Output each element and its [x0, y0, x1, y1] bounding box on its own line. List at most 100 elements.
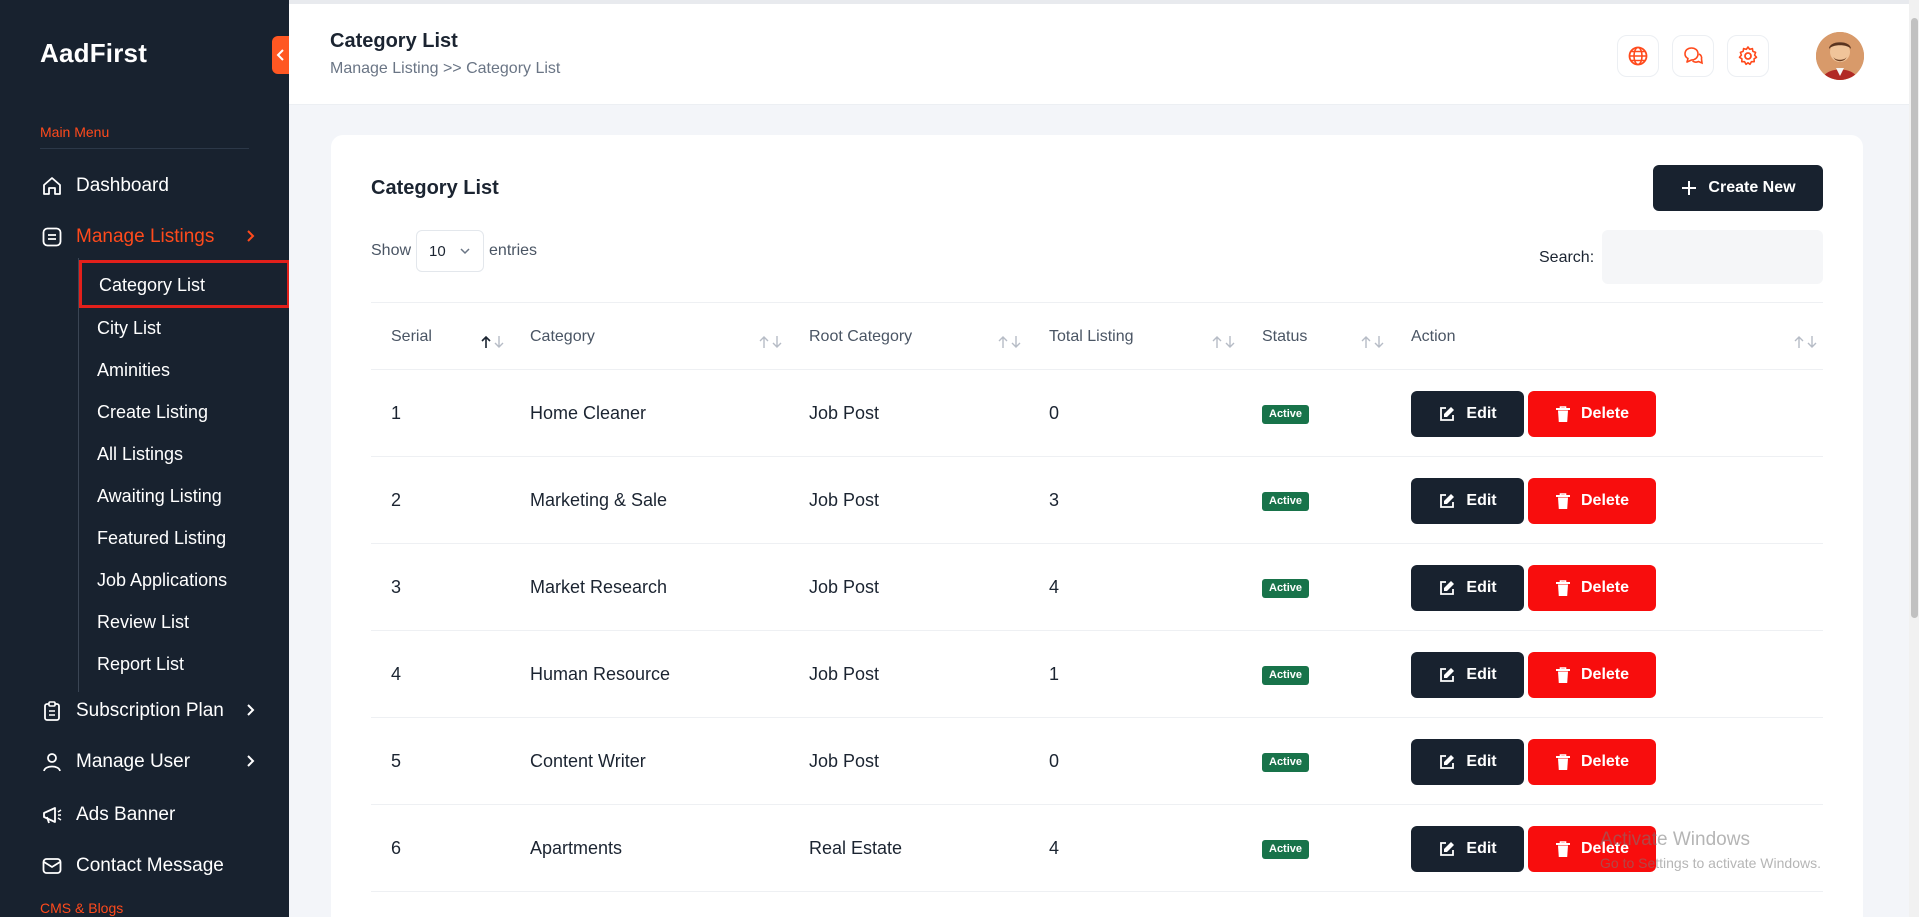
table-header: Serial Category Root Category Total List… [371, 302, 1823, 370]
cell-total-listing: 0 [1049, 751, 1060, 771]
sort-icon[interactable] [1792, 335, 1820, 349]
table-row: 1 Home Cleaner Job Post 0 Active Edit Delete [371, 370, 1823, 457]
cell-root-category: Job Post [809, 403, 880, 423]
cell-serial: 5 [391, 751, 402, 771]
home-icon [40, 174, 64, 198]
sidebar-subitem-city-list[interactable]: City List [97, 313, 161, 343]
delete-label: Delete [1580, 492, 1630, 509]
delete-button[interactable]: Delete [1528, 565, 1656, 611]
edit-button[interactable]: Edit [1411, 826, 1524, 872]
sidebar-subitem-featured-listing[interactable]: Featured Listing [97, 523, 226, 553]
edit-button[interactable]: Edit [1411, 652, 1524, 698]
sidebar-item-label: Dashboard [76, 175, 169, 196]
cell-category: Marketing & Sale [530, 490, 668, 510]
delete-button[interactable]: Delete [1528, 652, 1656, 698]
cell-category: Home Cleaner [530, 403, 647, 423]
sidebar-collapse-button[interactable] [272, 36, 289, 74]
cell-serial: 1 [391, 403, 402, 423]
delete-label: Delete [1580, 579, 1630, 596]
cell-category: Apartments [530, 838, 623, 858]
sidebar-subitem-awaiting-listing[interactable]: Awaiting Listing [97, 481, 222, 511]
user-icon [40, 750, 64, 774]
chevron-down-icon [460, 248, 470, 255]
edit-button[interactable]: Edit [1411, 565, 1524, 611]
page-title: Category List [330, 30, 458, 52]
cell-root-category: Real Estate [809, 838, 903, 858]
column-header-action[interactable]: Action [1411, 303, 1455, 371]
chevron-right-icon [247, 755, 255, 767]
sidebar-item-ads-banner[interactable]: Ads Banner [40, 798, 260, 832]
sidebar-subitem-category-list[interactable]: Category List [79, 260, 289, 308]
cell-category: Content Writer [530, 751, 646, 771]
clipboard-icon [40, 699, 64, 723]
column-header-category[interactable]: Category [530, 303, 595, 371]
sidebar-item-label: Manage User [76, 751, 191, 772]
edit-button[interactable]: Edit [1411, 391, 1524, 437]
plus-icon [1682, 181, 1697, 195]
avatar-image [1816, 32, 1864, 80]
cell-total-listing: 0 [1049, 403, 1060, 423]
status-badge: Active [1262, 579, 1310, 598]
trash-icon [1555, 406, 1570, 422]
category-list-card: Category List Create New Show 10 entries… [331, 135, 1863, 917]
delete-button[interactable]: Delete [1528, 478, 1656, 524]
sidebar-item-manage-user[interactable]: Manage User [40, 745, 260, 779]
edit-button[interactable]: Edit [1411, 739, 1524, 785]
sidebar-subitem-report-list[interactable]: Report List [97, 649, 184, 679]
create-new-button[interactable]: Create New [1653, 165, 1823, 211]
mail-icon [40, 854, 64, 878]
entries-select[interactable]: 10 [416, 230, 485, 272]
delete-label: Delete [1580, 405, 1630, 422]
cell-total-listing: 3 [1049, 490, 1060, 510]
breadcrumb: Manage Listing >> Category List [330, 60, 561, 77]
sidebar-subitem-create-listing[interactable]: Create Listing [97, 397, 208, 427]
trash-icon [1555, 667, 1570, 683]
edit-button[interactable]: Edit [1411, 478, 1524, 524]
language-button[interactable] [1617, 35, 1659, 77]
cell-serial: 3 [391, 577, 402, 597]
sort-icon[interactable] [1210, 335, 1238, 349]
sidebar-item-subscription-plan[interactable]: Subscription Plan [40, 694, 260, 728]
column-header-status[interactable]: Status [1262, 303, 1307, 371]
settings-button[interactable] [1727, 35, 1769, 77]
sidebar-subitem-aminities[interactable]: Aminities [97, 355, 170, 385]
activate-windows-hint: Go to Settings to activate Windows. [1600, 855, 1821, 871]
column-header-total-listing[interactable]: Total Listing [1049, 303, 1134, 371]
brand-logo[interactable]: AadFirst [40, 38, 147, 69]
sidebar-subitem-review-list[interactable]: Review List [97, 607, 189, 637]
delete-button[interactable]: Delete [1528, 391, 1656, 437]
delete-button[interactable]: Delete [1528, 739, 1656, 785]
sort-icon[interactable] [1359, 335, 1387, 349]
gear-icon [1738, 46, 1758, 66]
sort-asc-icon[interactable] [479, 335, 507, 349]
edit-icon [1440, 494, 1455, 508]
search-label: Search: [1539, 249, 1595, 266]
messages-button[interactable] [1672, 35, 1714, 77]
cell-serial: 2 [391, 490, 402, 510]
sort-icon[interactable] [757, 335, 785, 349]
scrollbar-thumb[interactable] [1911, 18, 1918, 618]
cell-category: Human Resource [530, 664, 671, 684]
sidebar-item-contact-message[interactable]: Contact Message [40, 849, 260, 883]
cell-serial: 4 [391, 664, 402, 684]
edit-label: Edit [1466, 492, 1497, 509]
activate-windows-watermark: Activate Windows [1600, 829, 1750, 850]
sidebar-item-dashboard[interactable]: Dashboard [40, 169, 260, 203]
sidebar-subitem-all-listings[interactable]: All Listings [97, 439, 183, 469]
sidebar-subitem-job-applications[interactable]: Job Applications [97, 565, 227, 595]
edit-label: Edit [1466, 579, 1497, 596]
cms-blogs-label: CMS & Blogs [40, 900, 124, 916]
status-badge: Active [1262, 753, 1310, 772]
chevron-right-icon [247, 230, 255, 242]
search-input[interactable] [1602, 230, 1823, 284]
edit-icon [1440, 668, 1455, 682]
chat-icon [1684, 47, 1703, 65]
user-avatar[interactable] [1816, 32, 1864, 80]
sidebar-item-label: Subscription Plan [76, 700, 224, 721]
page-scrollbar[interactable] [1909, 0, 1919, 917]
column-header-serial[interactable]: Serial [391, 303, 432, 371]
sort-icon[interactable] [996, 335, 1024, 349]
sidebar-item-manage-listings[interactable]: Manage Listings [40, 220, 260, 254]
edit-icon [1440, 407, 1455, 421]
column-header-root-category[interactable]: Root Category [809, 303, 912, 371]
